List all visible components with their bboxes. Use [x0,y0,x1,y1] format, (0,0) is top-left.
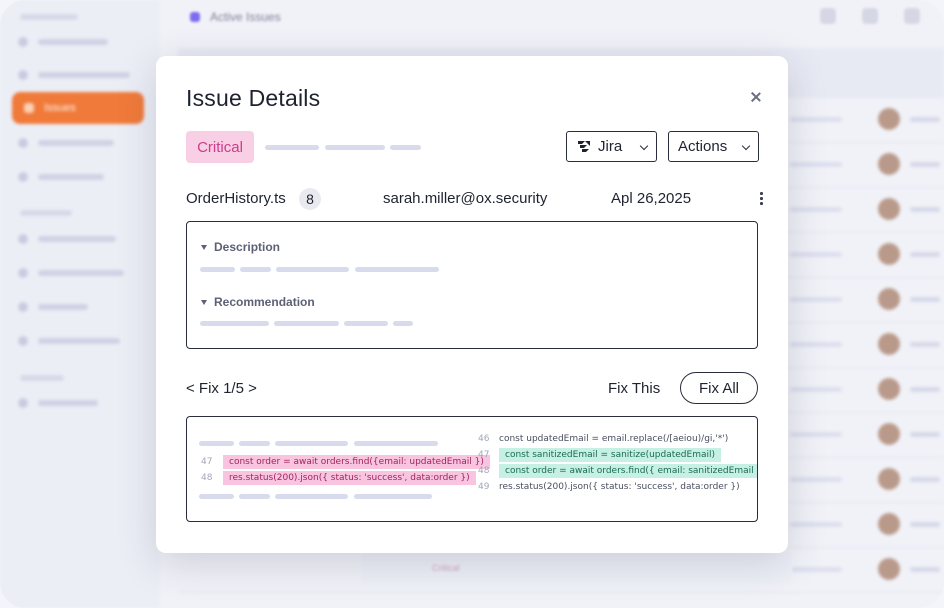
placeholder-line [199,494,234,499]
expand-icon[interactable] [820,8,836,24]
line-number: 47 [478,450,490,460]
avatar [878,243,900,265]
placeholder-line [390,145,421,150]
sidebar-item-label: Issues [44,102,76,114]
avatar [878,558,900,580]
issue-meta-row: OrderHistory.ts 8 sarah.miller@ox.securi… [186,188,764,214]
actions-dropdown[interactable]: Actions [668,131,759,162]
avatar [878,198,900,220]
issues-icon [190,12,200,22]
modal-title: Issue Details [186,85,321,111]
placeholder-line [276,267,349,272]
sidebar-group-label [20,210,72,216]
code-line: const updatedEmail = email.replace(/[aei… [499,434,729,444]
sidebar-item[interactable] [18,398,98,408]
placeholder-line [325,145,385,150]
actions-dropdown-label: Actions [678,138,728,155]
sidebar-item[interactable] [18,302,88,312]
placeholder-line [275,494,348,499]
sidebar-item[interactable] [18,234,116,244]
description-toggle[interactable]: Description [201,240,280,254]
avatar [878,153,900,175]
avatar [878,288,900,310]
code-diff-panel: 47 const order = await orders.find({emai… [186,416,758,522]
page-title: Active Issues [210,10,281,24]
placeholder-line [344,321,388,326]
placeholder-line [265,145,319,150]
line-number: 47 [201,457,213,467]
caret-down-icon [201,244,207,250]
page-header: Active Issues [178,0,944,34]
line-number: 46 [478,434,490,444]
issue-details-modal: Issue Details Critical Jira Actions Orde… [156,56,788,553]
user-email: sarah.miller@ox.security [383,190,548,207]
description-label: Description [214,240,281,254]
placeholder-line [354,441,438,446]
removed-code-line: const order = await orders.find({email: … [223,455,490,469]
close-icon[interactable] [748,89,764,105]
placeholder-line [354,494,432,499]
caret-down-icon [201,299,207,305]
recommendation-toggle[interactable]: Recommendation [201,295,315,309]
placeholder-line [199,441,234,446]
issues-icon [24,103,34,113]
placeholder-line [393,321,413,326]
issue-details-panel: Description Recommendation [186,221,758,349]
line-number: 48 [201,473,213,483]
sidebar-item[interactable] [18,172,104,182]
avatar [878,423,900,445]
more-options-icon[interactable] [760,192,764,206]
document-icon[interactable] [904,8,920,24]
file-name[interactable]: OrderHistory.ts [186,190,286,207]
placeholder-line [355,267,439,272]
avatar [878,513,900,535]
issue-date: Apl 26,2025 [611,190,692,207]
sidebar-item[interactable] [18,70,130,80]
fix-pagination[interactable]: < Fix 1/5 > [186,380,257,397]
recommendation-label: Recommendation [214,295,315,309]
avatar [878,378,900,400]
line-number: 48 [478,466,490,476]
line-number: 49 [478,482,490,492]
file-count-badge: 8 [299,188,321,210]
placeholder-line [275,441,348,446]
severity-badge: Critical [186,131,254,163]
removed-code-line: res.status(200).json({ status: 'success'… [223,471,476,485]
added-code-line: const sanitizedEmail = sanitize(updatedE… [499,448,721,462]
placeholder-line [200,321,269,326]
placeholder-line [239,441,270,446]
sidebar-item[interactable] [18,37,108,47]
sidebar-group-label [20,375,64,381]
sidebar-item-issues[interactable]: Issues [12,92,144,124]
chevron-down-icon [639,141,649,151]
chevron-down-icon [741,141,751,151]
table-row[interactable]: Critical [362,552,792,584]
placeholder-line [200,267,235,272]
placeholder-line [239,494,270,499]
placeholder-line [240,267,271,272]
avatar [878,108,900,130]
jira-dropdown-label: Jira [598,138,623,155]
jira-icon [578,140,590,152]
sidebar-item[interactable] [18,268,124,278]
placeholder-line [274,321,339,326]
added-code-line: const order = await orders.find({ email:… [499,464,757,478]
avatar [878,468,900,490]
fix-all-button[interactable]: Fix All [680,372,758,404]
sidebar-group-label [20,14,78,20]
sidebar: Issues [0,0,160,608]
code-line: res.status(200).json({ status: 'success'… [499,482,740,492]
severity-cell: Critical [432,563,460,573]
fix-this-button[interactable]: Fix This [608,380,660,397]
avatar [878,333,900,355]
copy-icon[interactable] [862,8,878,24]
sidebar-item[interactable] [18,336,120,346]
sidebar-item[interactable] [18,138,114,148]
jira-dropdown[interactable]: Jira [566,131,657,162]
